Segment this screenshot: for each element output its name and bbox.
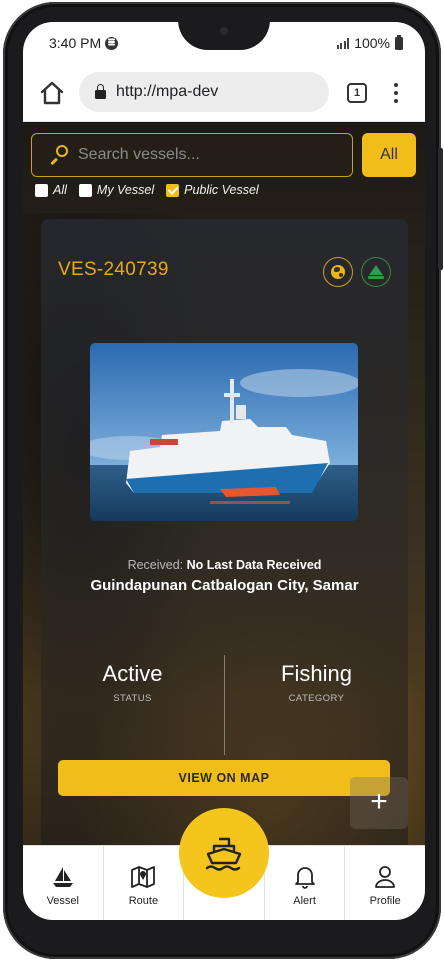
globe-icon: [331, 265, 345, 279]
filter-all-label: All: [53, 183, 67, 197]
vessel-type-button[interactable]: [361, 257, 391, 287]
status-label: STATUS: [113, 693, 152, 704]
nav-route-label: Route: [128, 895, 159, 907]
spotify-icon: [105, 37, 119, 50]
map-icon: [131, 866, 156, 888]
search-input[interactable]: [78, 146, 338, 164]
all-filter-button[interactable]: All: [362, 133, 416, 177]
nav-vessel-label: Vessel: [46, 895, 79, 907]
bell-icon: [294, 867, 315, 889]
category-stat: Fishing CATEGORY: [225, 655, 408, 704]
vessel-card-actions: [323, 257, 391, 287]
tab-switcher-button[interactable]: 1: [347, 83, 367, 103]
power-button: [438, 148, 443, 270]
battery-icon: [395, 34, 403, 50]
filter-all[interactable]: All: [35, 183, 67, 197]
nav-alert-label: Alert: [293, 895, 316, 907]
received-value: No Last Data Received: [186, 558, 322, 572]
filter-my-vessel[interactable]: My Vessel: [78, 183, 155, 197]
received-info: Received: No Last Data Received: [41, 558, 408, 572]
vessel-stats: Active STATUS Fishing CATEGORY: [41, 655, 408, 755]
ship-icon: [205, 837, 242, 871]
nav-item-vessel[interactable]: Vessel: [23, 846, 104, 920]
nav-profile-label: Profile: [369, 895, 401, 907]
filter-checkboxes: All My Vessel Public Vessel: [35, 183, 259, 197]
nav-item-alert[interactable]: Alert: [265, 846, 346, 920]
address-bar[interactable]: http://mpa-dev: [79, 72, 329, 112]
vessel-fab-button[interactable]: [179, 808, 269, 898]
signal-icon: [336, 37, 350, 49]
public-vessel-button[interactable]: [323, 257, 353, 287]
browser-toolbar: http://mpa-dev 1: [23, 64, 425, 122]
search-box[interactable]: [31, 133, 353, 177]
status-stat: Active STATUS: [41, 655, 224, 704]
screen: 3:40 PM 100% http://mpa-dev 1 Search ves…: [23, 22, 425, 920]
sailboat-icon: [52, 867, 73, 887]
sailboat-icon: [368, 265, 384, 279]
checkbox-all[interactable]: [35, 183, 48, 197]
app-content: All All My Vessel Public Vessel VES-2407…: [23, 123, 425, 920]
url-text: http://mpa-dev: [116, 83, 219, 100]
search-icon: [48, 145, 68, 165]
person-icon: [375, 866, 396, 888]
vessel-id: VES-240739: [58, 259, 169, 280]
checkbox-my-vessel[interactable]: [78, 183, 92, 197]
status-bar: 3:40 PM 100%: [23, 22, 425, 64]
filter-my-vessel-label: My Vessel: [96, 183, 155, 197]
status-indicators: 100%: [336, 34, 403, 51]
received-label: Received:: [127, 558, 184, 572]
lock-icon: [95, 83, 106, 99]
view-on-map-button[interactable]: VIEW ON MAP: [58, 760, 390, 796]
category-label: CATEGORY: [288, 693, 345, 704]
home-icon[interactable]: [37, 78, 67, 108]
category-value: Fishing: [281, 661, 352, 686]
filter-public-vessel-label: Public Vessel: [184, 183, 259, 197]
vessel-photo: [90, 343, 358, 521]
camera-notch: [178, 22, 270, 50]
status-value: Active: [102, 661, 163, 686]
checkbox-public-vessel[interactable]: [166, 183, 180, 197]
filter-public-vessel[interactable]: Public Vessel: [166, 183, 259, 197]
nav-item-route[interactable]: Route: [104, 846, 185, 920]
clock-text: 3:40 PM: [49, 35, 102, 51]
browser-menu-button[interactable]: [389, 80, 403, 106]
plus-icon[interactable]: +: [350, 777, 408, 829]
vessel-location: Guindapunan Catbalogan City, Samar: [90, 577, 359, 594]
battery-percent: 100%: [354, 35, 390, 51]
camera-icon: [216, 23, 232, 39]
status-time: 3:40 PM: [49, 35, 119, 51]
nav-item-profile[interactable]: Profile: [345, 846, 425, 920]
phone-frame: 3:40 PM 100% http://mpa-dev 1 Search ves…: [3, 2, 443, 959]
